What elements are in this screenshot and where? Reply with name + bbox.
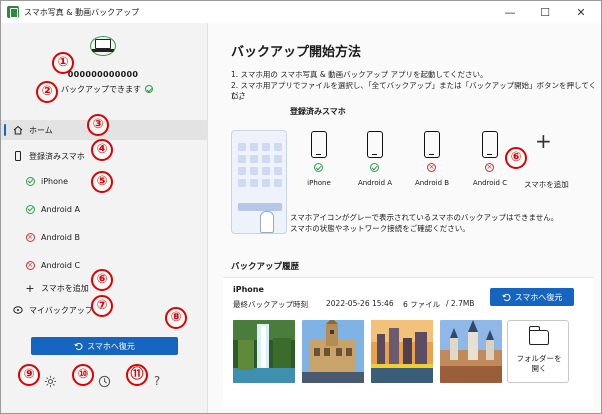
restore-icon (501, 293, 511, 301)
main-panel: バックアップ開始方法 1. スマホ用の スマホ写真 & 動画バックアップ アプリ… (207, 23, 601, 413)
marker-10: ⑩ (72, 364, 94, 386)
status-ok-icon (314, 163, 323, 172)
restore-button-label: スマホへ復元 (87, 341, 135, 351)
history-restore-button[interactable]: スマホへ復元 (490, 288, 574, 306)
sidebar-item-label: Android A (41, 204, 80, 214)
marker-4: ④ (91, 139, 113, 161)
restore-to-phone-button[interactable]: スマホへ復元 (31, 337, 178, 355)
smartphone-icon (367, 131, 383, 158)
plus-icon: + (25, 281, 35, 295)
smartphone-icon (311, 131, 327, 158)
sidebar-item-label: マイバックアップ (29, 305, 93, 315)
history-icon[interactable] (97, 374, 111, 388)
phone-android-b[interactable]: × Android B (406, 131, 458, 211)
open-folder-button[interactable]: フォルダーを 開く (507, 320, 569, 383)
marker-7: ⑦ (91, 295, 113, 317)
phone-note-1: スマホアイコンがグレーで表示されているスマホのバックアップはできません。 (290, 213, 559, 222)
check-icon (145, 85, 153, 93)
last-backup-time: 2022-05-26 15:46 (326, 299, 394, 308)
open-folder-label-line2: 開く (531, 364, 547, 373)
backup-size: / 2.7MB (446, 299, 475, 308)
sidebar-item-label: 登録済みスマホ (29, 151, 85, 161)
marker-9: ⑨ (18, 364, 40, 386)
phone-tap-illustration (231, 130, 287, 234)
restore-icon (74, 342, 83, 350)
add-phone-label[interactable]: スマホを追加 (524, 179, 569, 190)
status-error-icon: × (485, 163, 494, 172)
marker-6-main: ⑥ (505, 147, 527, 169)
status-ok-icon (370, 163, 379, 172)
sidebar-item-label: ホーム (29, 125, 53, 135)
backup-status-text: バックアップできます (61, 85, 141, 94)
status-error-icon: × (25, 260, 35, 270)
instruction-step-1: 1. スマホ用の スマホ写真 & 動画バックアップ アプリを起動してください。 (231, 70, 488, 79)
status-ok-icon (25, 176, 35, 186)
title-bar: スマホ写真 & 動画バックアップ — ☐ ✕ (1, 1, 601, 23)
minimize-button[interactable]: — (493, 1, 527, 23)
close-button[interactable]: ✕ (564, 1, 598, 23)
open-folder-label: フォルダーを 開く (508, 354, 570, 374)
status-ok-icon (25, 204, 35, 214)
phone-name: Android A (357, 179, 393, 187)
maximize-button[interactable]: ☐ (528, 1, 562, 23)
smartphone-icon (482, 131, 498, 158)
smartphone-icon (424, 131, 440, 158)
finger-icon (260, 211, 274, 233)
photo-thumbnail[interactable] (233, 320, 295, 383)
gear-icon[interactable] (43, 374, 57, 388)
backup-history-card: iPhone 最終バックアップ時刻 2022-05-26 15:46 6 ファイ… (223, 277, 594, 407)
phone-iphone[interactable]: iPhone (293, 131, 345, 211)
sidebar-item-label: iPhone (41, 176, 69, 186)
window-title: スマホ写真 & 動画バックアップ (24, 7, 140, 17)
marker-8: ⑧ (165, 307, 187, 329)
marker-5: ⑤ (91, 171, 113, 193)
home-icon (13, 125, 23, 135)
marker-6: ⑥ (91, 269, 113, 291)
backup-storage-icon (13, 305, 23, 315)
sidebar: 000000000000 バックアップできます ホーム 登録済みスマホ iPho… (1, 23, 207, 413)
phone-name: Android C (472, 179, 508, 187)
marker-3: ③ (87, 114, 109, 136)
app-window: スマホ写真 & 動画バックアップ — ☐ ✕ 000000000000 バックア… (0, 0, 602, 414)
history-restore-label: スマホへ復元 (514, 292, 563, 302)
page-title: バックアップ開始方法 (231, 45, 362, 60)
backup-status: バックアップできます (61, 84, 153, 95)
laptop-screen-icon (95, 39, 111, 49)
open-folder-label-line1: フォルダーを (516, 354, 562, 363)
sidebar-item-android-b[interactable]: × Android B (1, 227, 207, 247)
sidebar-item-label: Android C (41, 260, 81, 270)
last-backup-label: 最終バックアップ時刻 (233, 300, 308, 309)
phone-name: iPhone (307, 179, 331, 187)
add-phone-plus-icon[interactable]: + (535, 129, 552, 153)
marker-1: ① (52, 52, 74, 74)
photo-thumbnail[interactable] (440, 320, 502, 383)
illustration-backup-button (238, 203, 282, 211)
help-icon[interactable]: ? (150, 374, 164, 388)
backup-history-title: バックアップ履歴 (231, 262, 300, 272)
device-id: 000000000000 (67, 70, 139, 79)
photo-thumbnail[interactable] (371, 320, 433, 383)
instruction-step-2-cont: い。 (231, 92, 246, 101)
smartphone-icon (13, 151, 23, 161)
instruction-step-2: 2. スマホ用アプリでファイルを選択し、「全てバックアップ」または「バックアップ… (231, 81, 597, 100)
sidebar-item-label: Android B (41, 232, 80, 242)
photo-thumbnail[interactable] (302, 320, 364, 383)
history-device-name: iPhone (233, 285, 264, 294)
phone-name: Android B (414, 179, 450, 187)
folder-icon (528, 326, 549, 345)
phone-android-a[interactable]: Android A (349, 131, 401, 211)
registered-phones-title: 登録済みスマホ (290, 107, 346, 116)
app-logo-icon (7, 6, 19, 18)
status-error-icon: × (427, 163, 436, 172)
marker-2: ② (36, 81, 58, 103)
marker-11: ⑪ (126, 364, 148, 386)
status-error-icon: × (25, 232, 35, 242)
sidebar-item-android-a[interactable]: Android A (1, 199, 207, 219)
phone-android-c[interactable]: × Android C (464, 131, 516, 211)
sidebar-item-label: スマホを追加 (41, 283, 89, 293)
laptop-base-icon (92, 49, 114, 52)
file-count: 6 ファイル (403, 300, 441, 309)
phone-note-2: スマホの状態やネットワーク接続をご確認ください。 (290, 224, 470, 233)
